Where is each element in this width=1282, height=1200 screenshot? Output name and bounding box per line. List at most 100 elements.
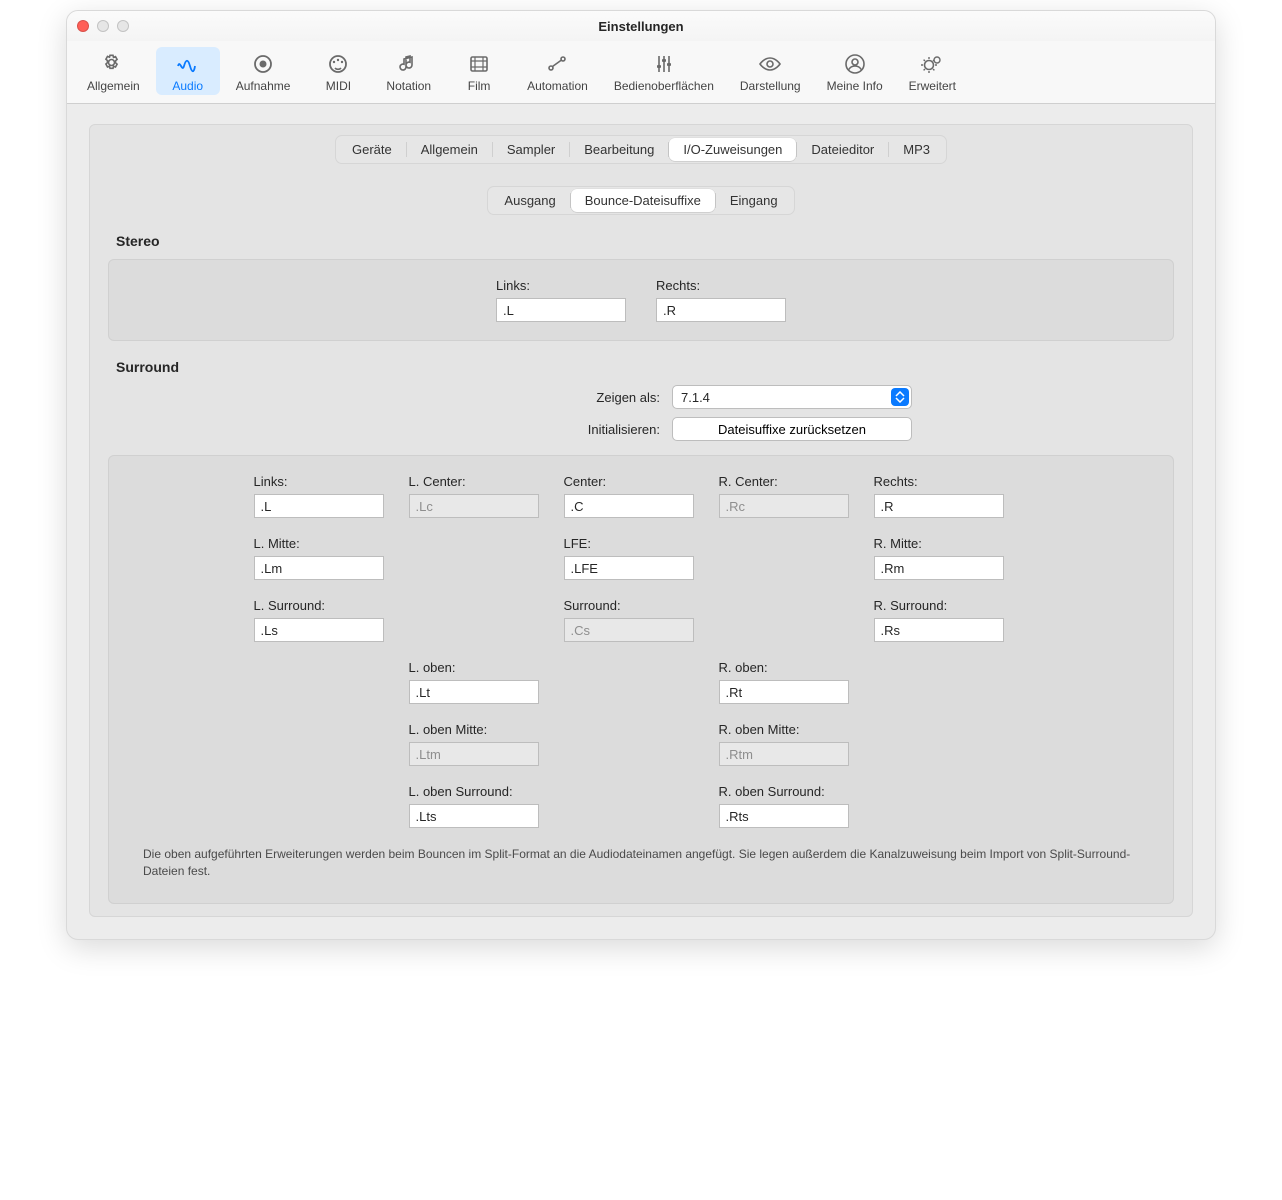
toolbar-label: Audio	[172, 79, 203, 93]
subtab-i-o-zuweisungen[interactable]: I/O-Zuweisungen	[669, 138, 796, 161]
surround-label-r2-c3: LFE:	[564, 536, 719, 551]
audio-subtabs: GeräteAllgemeinSamplerBearbeitungI/O-Zuw…	[335, 135, 947, 164]
toolbar-label: Bedienoberflächen	[614, 79, 714, 93]
toolbar-item-darstellung[interactable]: Darstellung	[730, 47, 811, 95]
surround-label-r1-c3: Center:	[564, 474, 719, 489]
toolbar-item-automation[interactable]: Automation	[517, 47, 598, 95]
surround-input-r5-c4	[719, 742, 849, 766]
sliders-icon	[651, 51, 677, 77]
surround-input-r6-c4[interactable]	[719, 804, 849, 828]
subtab-allgemein[interactable]: Allgemein	[407, 138, 492, 161]
preferences-toolbar: Allgemein Audio Aufnahme MIDI Notation Film Au…	[67, 41, 1215, 104]
surround-input-r1-c3[interactable]	[564, 494, 694, 518]
surround-label-r2-c5: R. Mitte:	[874, 536, 1029, 551]
surround-input-r1-c1[interactable]	[254, 494, 384, 518]
toolbar-item-meineinfo[interactable]: Meine Info	[817, 47, 893, 95]
select-stepper-icon	[891, 388, 909, 406]
zeigen-als-value: 7.1.4	[681, 390, 710, 405]
titlebar: Einstellungen	[67, 11, 1215, 41]
toolbar-label: Darstellung	[740, 79, 801, 93]
surround-input-r2-c3[interactable]	[564, 556, 694, 580]
surround-input-r5-c2	[409, 742, 539, 766]
toolbar-label: Film	[468, 79, 491, 93]
toolbar-label: Automation	[527, 79, 588, 93]
surround-input-r1-c2	[409, 494, 539, 518]
surround-label-r1-c4: R. Center:	[719, 474, 874, 489]
surround-label-r5-c4: R. oben Mitte:	[719, 722, 874, 737]
surround-input-r1-c4	[719, 494, 849, 518]
subtab-mp3[interactable]: MP3	[889, 138, 944, 161]
initialisieren-label: Initialisieren:	[370, 422, 660, 437]
surround-label-r4-c2: L. oben:	[409, 660, 564, 675]
iotab-bounce-dateisuffixe[interactable]: Bounce-Dateisuffixe	[571, 189, 715, 212]
stereo-rechts-input[interactable]	[656, 298, 786, 322]
surround-label-r2-c1: L. Mitte:	[254, 536, 409, 551]
subtab-sampler[interactable]: Sampler	[493, 138, 569, 161]
gear-icon	[100, 51, 126, 77]
eye-icon	[757, 51, 783, 77]
iotab-eingang[interactable]: Eingang	[716, 189, 792, 212]
zeigen-als-select[interactable]: 7.1.4	[672, 385, 912, 409]
surround-label-r6-c4: R. oben Surround:	[719, 784, 874, 799]
window-close-button[interactable]	[77, 20, 89, 32]
surround-input-r3-c3	[564, 618, 694, 642]
toolbar-item-bedien[interactable]: Bedienoberflächen	[604, 47, 724, 95]
record-icon	[250, 51, 276, 77]
preferences-window: Einstellungen Allgemein Audio Aufnahme MIDI…	[66, 10, 1216, 940]
toolbar-item-audio[interactable]: Audio	[156, 47, 220, 95]
surround-input-r1-c5[interactable]	[874, 494, 1004, 518]
zeigen-als-label: Zeigen als:	[370, 390, 660, 405]
surround-input-r3-c5[interactable]	[874, 618, 1004, 642]
surround-label-r3-c3: Surround:	[564, 598, 719, 613]
window-title: Einstellungen	[598, 19, 683, 34]
surround-label-r1-c5: Rechts:	[874, 474, 1029, 489]
window-zoom-button[interactable]	[117, 20, 129, 32]
gears2-icon	[919, 51, 945, 77]
toolbar-label: Notation	[386, 79, 431, 93]
toolbar-label: MIDI	[326, 79, 351, 93]
toolbar-item-film[interactable]: Film	[447, 47, 511, 95]
traffic-lights	[77, 20, 129, 32]
toolbar-item-notation[interactable]: Notation	[376, 47, 441, 95]
stereo-links-input[interactable]	[496, 298, 626, 322]
surround-grid-panel: Links: L. Center: Center: R. Center: Rec…	[108, 455, 1174, 904]
subtab-ger-te[interactable]: Geräte	[338, 138, 406, 161]
usercircle-icon	[842, 51, 868, 77]
surround-label-r3-c1: L. Surround:	[254, 598, 409, 613]
toolbar-label: Aufnahme	[236, 79, 291, 93]
toolbar-item-aufnahme[interactable]: Aufnahme	[226, 47, 301, 95]
iotab-ausgang[interactable]: Ausgang	[490, 189, 569, 212]
toolbar-item-allgemein[interactable]: Allgemein	[77, 47, 150, 95]
stereo-rechts-label: Rechts:	[656, 278, 786, 293]
content: GeräteAllgemeinSamplerBearbeitungI/O-Zuw…	[67, 104, 1215, 939]
automation-icon	[544, 51, 570, 77]
surround-label-r6-c2: L. oben Surround:	[409, 784, 564, 799]
subtab-dateieditor[interactable]: Dateieditor	[797, 138, 888, 161]
footnote: Die oben aufgeführten Erweiterungen werd…	[143, 846, 1139, 881]
surround-input-r6-c2[interactable]	[409, 804, 539, 828]
surround-input-r2-c5[interactable]	[874, 556, 1004, 580]
section-title-surround: Surround	[116, 359, 1172, 375]
reset-suffixes-button[interactable]: Dateisuffixe zurücksetzen	[672, 417, 912, 441]
surround-label-r3-c5: R. Surround:	[874, 598, 1029, 613]
window-minimize-button[interactable]	[97, 20, 109, 32]
toolbar-item-erweitert[interactable]: Erweitert	[899, 47, 966, 95]
surround-label-r5-c2: L. oben Mitte:	[409, 722, 564, 737]
surround-input-r4-c2[interactable]	[409, 680, 539, 704]
surround-label-r4-c4: R. oben:	[719, 660, 874, 675]
section-title-stereo: Stereo	[116, 233, 1172, 249]
surround-input-r2-c1[interactable]	[254, 556, 384, 580]
surround-input-r3-c1[interactable]	[254, 618, 384, 642]
surround-label-r1-c2: L. Center:	[409, 474, 564, 489]
stereo-panel: Links: Rechts:	[108, 259, 1174, 341]
audio-panel: GeräteAllgemeinSamplerBearbeitungI/O-Zuw…	[89, 124, 1193, 917]
midi-icon	[325, 51, 351, 77]
film-icon	[466, 51, 492, 77]
subtab-bearbeitung[interactable]: Bearbeitung	[570, 138, 668, 161]
surround-input-r4-c4[interactable]	[719, 680, 849, 704]
audio-icon	[175, 51, 201, 77]
toolbar-item-midi[interactable]: MIDI	[306, 47, 370, 95]
toolbar-label: Allgemein	[87, 79, 140, 93]
toolbar-label: Meine Info	[827, 79, 883, 93]
io-subtabs: AusgangBounce-DateisuffixeEingang	[487, 186, 794, 215]
